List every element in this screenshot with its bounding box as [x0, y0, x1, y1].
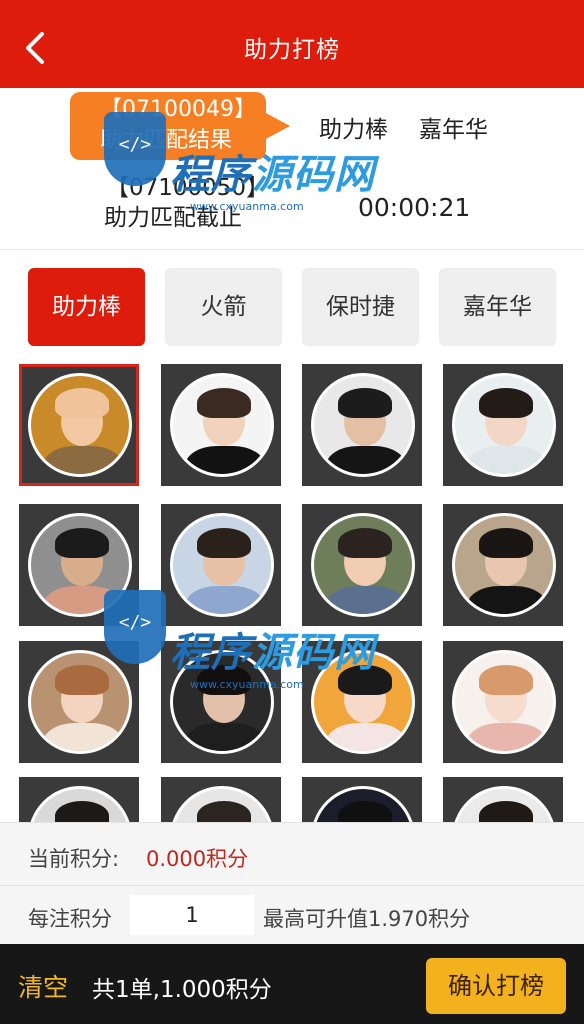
- avatar-hair: [338, 388, 392, 418]
- score-panel: 当前积分: 0.000积分 每注积分 最高可升值1.970积分: [0, 822, 584, 944]
- avatar-hair: [338, 801, 392, 824]
- avatar: [452, 373, 556, 477]
- bet-points-label: 每注积分: [28, 907, 112, 931]
- tab-zhuli-bang[interactable]: 助力棒: [28, 268, 145, 346]
- candidate-cell[interactable]: [19, 364, 139, 486]
- avatar-hair: [55, 528, 109, 558]
- result-prize-a: 助力棒: [319, 117, 388, 143]
- avatar: [170, 513, 274, 617]
- match-result-period: 【07100049】: [100, 97, 256, 122]
- avatar-body: [185, 446, 265, 474]
- avatar: [170, 373, 274, 477]
- candidate-cell[interactable]: [302, 504, 422, 626]
- avatar-body: [467, 446, 547, 474]
- next-period-id: 【07100050】: [106, 175, 270, 201]
- avatar-hair: [338, 665, 392, 695]
- avatar: [28, 786, 132, 824]
- avatar-hair: [197, 801, 251, 824]
- avatar-body: [43, 446, 123, 474]
- result-prize-b: 嘉年华: [419, 117, 488, 143]
- bottom-action-bar: 清空 共1单,1.000积分 确认打榜: [0, 944, 584, 1024]
- avatar-body: [185, 723, 265, 751]
- avatar: [28, 373, 132, 477]
- candidate-cell[interactable]: [161, 641, 281, 763]
- avatar-hair: [197, 388, 251, 418]
- avatar-hair: [479, 801, 533, 824]
- candidate-cell[interactable]: [19, 504, 139, 626]
- candidate-cell[interactable]: [302, 364, 422, 486]
- avatar-hair: [479, 388, 533, 418]
- candidate-cell[interactable]: [302, 641, 422, 763]
- match-info-panel: 【07100049】 助力匹配结果 助力棒 嘉年华 【07100050】 助力匹…: [0, 88, 584, 250]
- match-result-label: 助力匹配结果: [100, 128, 233, 153]
- avatar: [170, 650, 274, 754]
- avatar-body: [467, 586, 547, 614]
- avatar: [452, 786, 556, 824]
- deadline-label: 助力匹配截止: [104, 205, 242, 231]
- tab-huojian[interactable]: 火箭: [165, 268, 282, 346]
- candidate-cell[interactable]: [161, 777, 281, 824]
- avatar-hair: [197, 528, 251, 558]
- avatar: [170, 786, 274, 824]
- confirm-button[interactable]: 确认打榜: [426, 958, 566, 1014]
- avatar-body: [43, 723, 123, 751]
- candidate-cell[interactable]: [443, 641, 563, 763]
- avatar-hair: [479, 528, 533, 558]
- current-points-label: 当前积分:: [28, 847, 120, 871]
- candidate-grid: [0, 364, 584, 824]
- candidate-cell[interactable]: [443, 504, 563, 626]
- match-result-bubble[interactable]: 【07100049】 助力匹配结果: [70, 92, 290, 160]
- avatar-body: [326, 586, 406, 614]
- candidate-cell[interactable]: [161, 504, 281, 626]
- divider: [0, 885, 584, 886]
- candidate-cell[interactable]: [19, 777, 139, 824]
- bet-points-input[interactable]: [130, 895, 254, 935]
- clear-button[interactable]: 清空: [18, 968, 68, 1004]
- gift-category-tabs: 助力棒 火箭 保时捷 嘉年华: [0, 268, 584, 348]
- candidate-cell[interactable]: [302, 777, 422, 824]
- avatar: [311, 373, 415, 477]
- avatar-body: [43, 586, 123, 614]
- page-title: 助力打榜: [244, 37, 340, 63]
- avatar-hair: [197, 665, 251, 695]
- tab-baoshijie[interactable]: 保时捷: [302, 268, 419, 346]
- avatar: [28, 650, 132, 754]
- countdown-timer: 00:00:21: [358, 193, 471, 222]
- top-nav-bar: 助力打榜: [0, 0, 584, 88]
- avatar: [452, 650, 556, 754]
- avatar-body: [467, 723, 547, 751]
- avatar-body: [185, 586, 265, 614]
- candidate-cell[interactable]: [443, 364, 563, 486]
- avatar: [452, 513, 556, 617]
- tab-jianianhua[interactable]: 嘉年华: [439, 268, 556, 346]
- candidate-cell[interactable]: [161, 364, 281, 486]
- avatar: [28, 513, 132, 617]
- avatar-hair: [55, 801, 109, 824]
- avatar-hair: [479, 665, 533, 695]
- avatar: [311, 650, 415, 754]
- avatar-body: [326, 446, 406, 474]
- candidate-cell[interactable]: [19, 641, 139, 763]
- avatar: [311, 786, 415, 824]
- avatar-hair: [55, 388, 109, 418]
- max-upgrade-label: 最高可升值1.970积分: [263, 907, 471, 931]
- order-summary: 共1单,1.000积分: [92, 977, 272, 1003]
- avatar: [311, 513, 415, 617]
- avatar-hair: [55, 665, 109, 695]
- current-points-value: 0.000积分: [146, 847, 249, 871]
- avatar-body: [326, 723, 406, 751]
- avatar-hair: [338, 528, 392, 558]
- candidate-cell[interactable]: [443, 777, 563, 824]
